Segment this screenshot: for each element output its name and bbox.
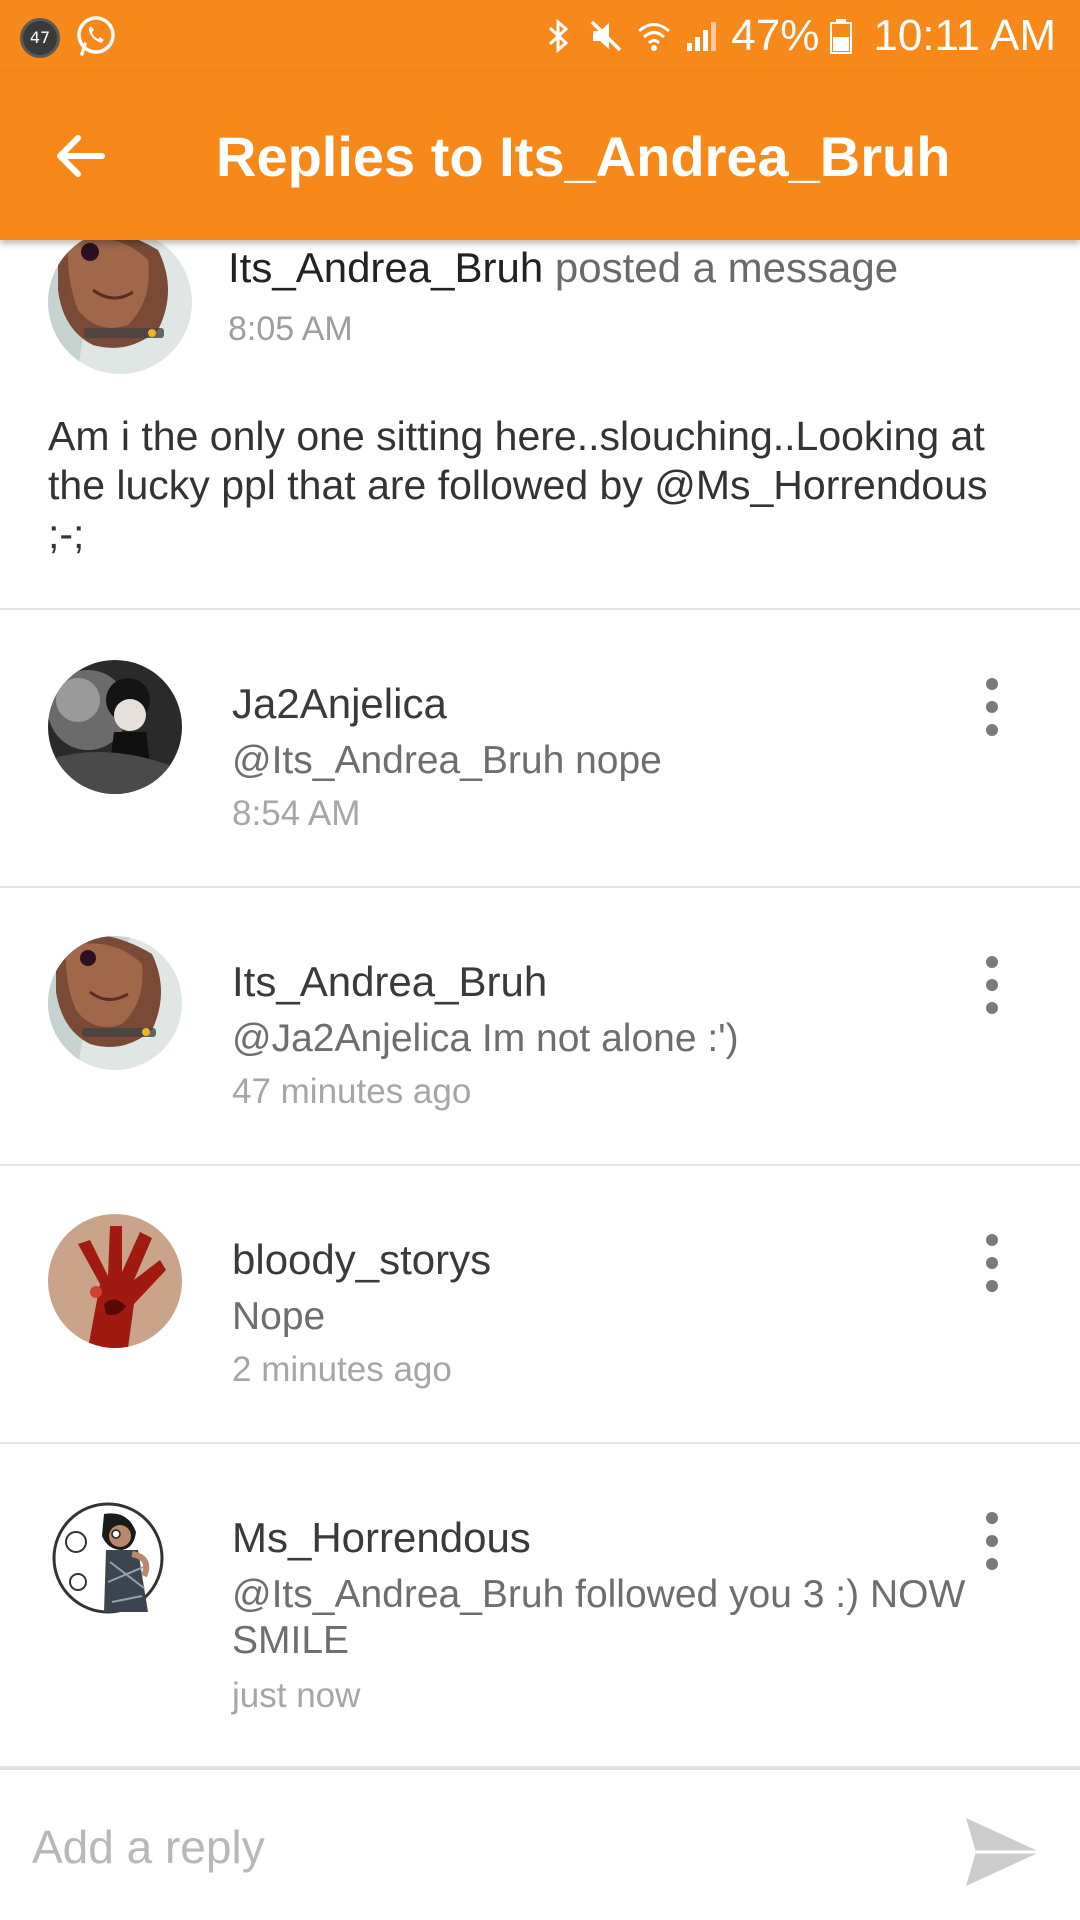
avatar-image xyxy=(48,1492,182,1626)
list-item: Ja2Anjelica @Its_Andrea_Bruh nope 8:54 A… xyxy=(0,610,1080,888)
more-options-button[interactable] xyxy=(972,950,1012,1020)
reply-author[interactable]: bloody_storys xyxy=(232,1236,491,1284)
reply-author[interactable]: Its_Andrea_Bruh xyxy=(232,958,547,1006)
reply-time: 8:54 AM xyxy=(232,794,361,833)
bluetooth-icon xyxy=(549,18,569,54)
whatsapp-icon xyxy=(77,16,115,56)
send-icon xyxy=(966,1818,1040,1886)
post-time: 8:05 AM xyxy=(228,310,353,348)
status-bar: 47 47% 10:11 AM xyxy=(0,0,1080,72)
post-header: Its_Andrea_Bruh posted a message xyxy=(228,244,898,292)
avatar-image xyxy=(48,1214,182,1348)
list-item: Its_Andrea_Bruh @Ja2Anjelica Im not alon… xyxy=(0,888,1080,1166)
more-vert-icon xyxy=(986,701,998,713)
reply-author[interactable]: Ms_Horrendous xyxy=(232,1514,531,1562)
more-vert-icon xyxy=(986,1257,998,1269)
post-author[interactable]: Its_Andrea_Bruh xyxy=(228,244,543,291)
more-options-button[interactable] xyxy=(972,1506,1012,1576)
reply-time: 47 minutes ago xyxy=(232,1072,472,1111)
avatar[interactable] xyxy=(48,936,182,1070)
page-title: Replies to Its_Andrea_Bruh xyxy=(216,125,951,188)
more-vert-icon xyxy=(986,979,998,991)
clock: 10:11 AM xyxy=(873,11,1056,60)
more-options-button[interactable] xyxy=(972,1228,1012,1298)
more-options-button[interactable] xyxy=(972,672,1012,742)
send-button[interactable] xyxy=(960,1810,1044,1894)
reply-text: Nope xyxy=(232,1295,326,1338)
back-button[interactable] xyxy=(40,116,120,196)
list-item: Ms_Horrendous @Its_Andrea_Bruh followed … xyxy=(0,1444,1080,1768)
battery-icon xyxy=(830,19,853,54)
battery-percent: 47% xyxy=(731,11,820,60)
wifi-icon xyxy=(638,23,671,51)
post-action-text: posted a message xyxy=(543,244,899,291)
avatar[interactable] xyxy=(48,1492,182,1626)
reply-text: @Ja2Anjelica Im not alone :') xyxy=(232,1017,739,1060)
reply-author[interactable]: Ja2Anjelica xyxy=(232,680,447,728)
avatar[interactable] xyxy=(48,230,192,374)
avatar-image xyxy=(48,936,182,1070)
more-vert-icon xyxy=(986,678,998,690)
post-body: Am i the only one sitting here..slouchin… xyxy=(48,413,988,557)
more-vert-icon xyxy=(986,1002,998,1014)
reply-composer xyxy=(0,1768,1080,1920)
signal-icon xyxy=(687,22,717,51)
more-vert-icon xyxy=(986,956,998,968)
more-vert-icon xyxy=(986,1512,998,1524)
avatar-image xyxy=(48,660,182,794)
mute-icon xyxy=(591,20,622,52)
more-vert-icon xyxy=(986,1558,998,1570)
more-vert-icon xyxy=(986,1280,998,1292)
reply-text: @Its_Andrea_Bruh followed you 3 :) NOW S… xyxy=(232,1573,966,1662)
avatar[interactable] xyxy=(48,660,182,794)
reply-time: just now xyxy=(232,1676,361,1715)
original-post: Its_Andrea_Bruh posted a message 8:05 AM… xyxy=(0,230,1080,610)
avatar[interactable] xyxy=(48,1214,182,1348)
reply-text: @Its_Andrea_Bruh nope xyxy=(232,739,662,782)
reply-time: 2 minutes ago xyxy=(232,1350,452,1389)
more-vert-icon xyxy=(986,1234,998,1246)
arrow-left-icon xyxy=(57,135,105,177)
notification-count-badge: 47 xyxy=(20,18,60,58)
avatar-image xyxy=(48,230,192,374)
reply-input[interactable] xyxy=(32,1802,912,1892)
app-bar: Replies to Its_Andrea_Bruh xyxy=(0,72,1080,240)
more-vert-icon xyxy=(986,1535,998,1547)
list-item: bloody_storys Nope 2 minutes ago xyxy=(0,1166,1080,1444)
more-vert-icon xyxy=(986,724,998,736)
